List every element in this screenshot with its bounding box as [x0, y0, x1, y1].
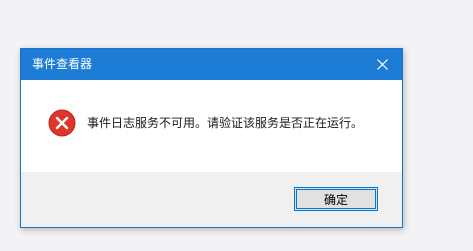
ok-button[interactable]: 确定	[294, 187, 378, 211]
event-viewer-dialog: 事件查看器 事件日志服务不可用。请验证该服务是否正在运行。 确定	[20, 48, 403, 228]
error-icon	[48, 109, 76, 137]
dialog-footer: 确定	[21, 172, 402, 227]
dialog-content: 事件日志服务不可用。请验证该服务是否正在运行。	[21, 80, 402, 172]
close-icon	[376, 55, 388, 74]
dialog-title: 事件查看器	[32, 57, 93, 71]
dialog-titlebar[interactable]: 事件查看器	[21, 49, 402, 80]
close-button[interactable]	[362, 49, 402, 80]
error-message: 事件日志服务不可用。请验证该服务是否正在运行。	[87, 116, 364, 130]
